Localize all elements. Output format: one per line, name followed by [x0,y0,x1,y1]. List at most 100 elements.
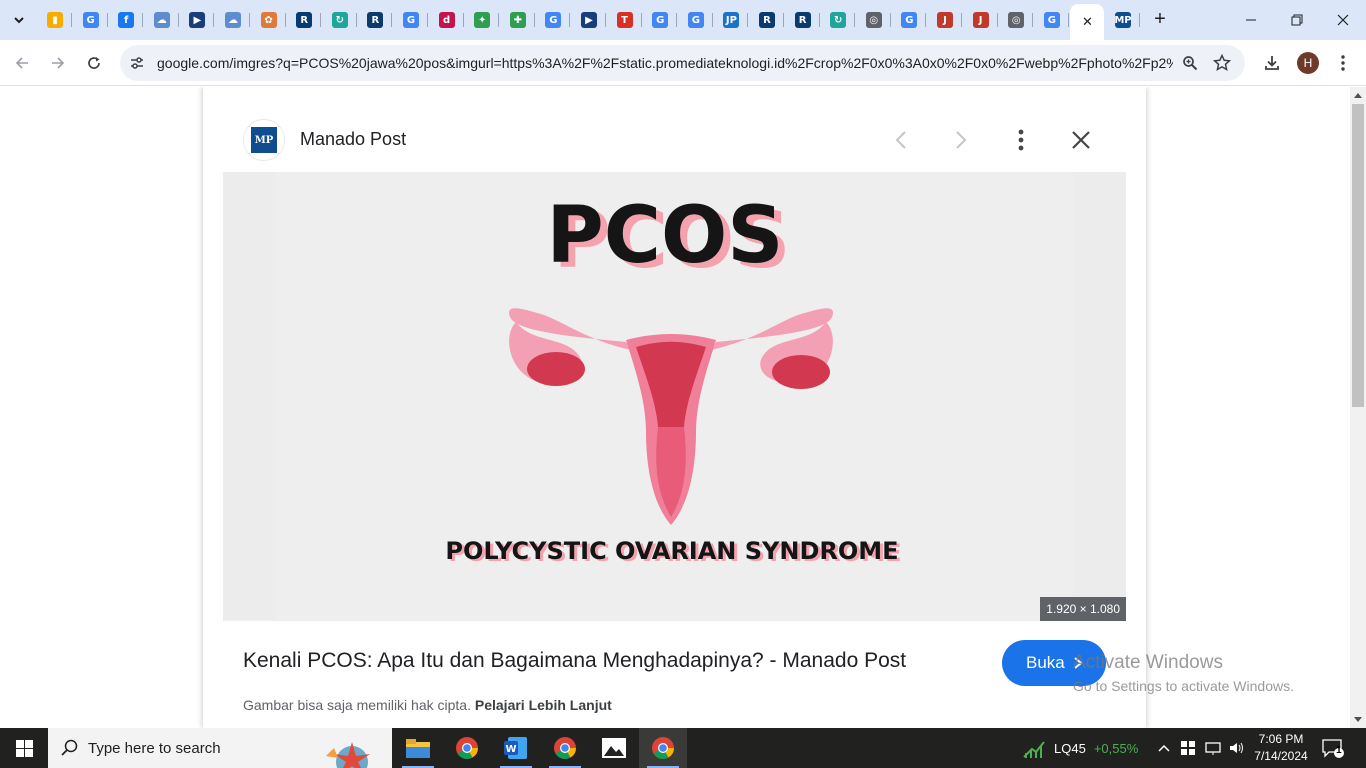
tab-search-button[interactable] [6,7,32,33]
arrow-right-icon [52,57,65,69]
taskbar-search[interactable]: Type here to search [48,728,392,768]
browser-menu-button[interactable] [1328,48,1358,78]
start-button[interactable] [0,728,48,768]
new-tab-button[interactable]: + [1148,8,1172,32]
browser-tab[interactable]: ◎ [857,6,891,34]
page-scrollbar[interactable] [1350,87,1366,728]
browser-tab[interactable]: G [892,6,927,34]
learn-more-link[interactable]: Pelajari Lebih Lanjut [475,697,612,713]
browser-tab[interactable]: ↻ [821,6,856,34]
browser-tab[interactable]: f [109,6,144,34]
browser-tab[interactable]: R [786,6,820,34]
browser-tab[interactable]: G [679,6,713,34]
notification-count: 1 [1336,745,1342,756]
previous-image-button[interactable] [884,123,918,157]
back-button[interactable] [7,48,37,78]
reload-button[interactable] [79,48,109,78]
browser-tab[interactable]: ↻ [323,6,357,34]
address-bar[interactable]: google.com/imgres?q=PCOS%20jawa%20pos&im… [120,45,1245,81]
browser-tab[interactable]: d [430,6,464,34]
browser-tab[interactable]: G [74,6,108,34]
url-text[interactable]: google.com/imgres?q=PCOS%20jawa%20pos&im… [157,55,1173,71]
security-icon[interactable] [1181,741,1195,755]
browser-tab[interactable]: MP [1106,6,1140,34]
zoom-icon[interactable] [1180,53,1200,73]
network-icon[interactable] [1205,741,1221,755]
browser-tab[interactable]: G [643,6,678,34]
pcos-image: PCOS PCOS POLYCYSTIC OVARIAN SYNDROME PO… [276,172,1073,621]
source-name[interactable]: Manado Post [300,129,406,150]
bookmark-star-icon[interactable] [1212,53,1232,73]
scroll-down-arrow-icon[interactable] [1354,717,1362,722]
download-icon [1265,56,1279,70]
browser-tab[interactable]: ▶ [180,6,215,34]
cloud-icon: ☁ [153,12,170,28]
chrome-icon [554,737,576,759]
browser-tab[interactable]: ▶ [572,6,606,34]
volume-icon[interactable] [1229,741,1245,755]
browser-tab[interactable]: R [287,6,322,34]
browser-tab[interactable]: ◎ [999,6,1034,34]
browser-tab[interactable]: G [1035,6,1069,34]
stock-change: +0,55% [1093,740,1139,756]
browser-tab[interactable]: JP [714,6,749,34]
browser-tab[interactable]: ✕ [1070,4,1105,40]
browser-tab[interactable]: ✦ [465,6,500,34]
google-icon: G [545,12,562,28]
close-viewer-button[interactable] [1064,123,1098,157]
stock-widget[interactable]: LQ45 +0,55% [1022,728,1138,768]
taskbar-chrome-active[interactable] [639,728,687,768]
minimize-button[interactable] [1228,0,1274,40]
source-logo[interactable]: MP [243,119,285,161]
profile-avatar[interactable]: H [1297,52,1319,74]
browser-tab[interactable]: R [358,6,393,34]
browser-tab[interactable]: J [928,6,962,34]
taskbar-chrome[interactable] [443,728,491,768]
image-preview[interactable]: PCOS PCOS POLYCYSTIC OVARIAN SYNDROME PO… [223,172,1126,621]
taskbar-chrome-profile[interactable] [541,728,589,768]
scroll-up-arrow-icon[interactable] [1354,93,1362,98]
circle-arrow-icon: ↻ [830,12,847,28]
browser-tab[interactable]: ✿ [252,6,286,34]
starfish-decoration-icon [326,742,370,768]
tab-separator [284,13,286,27]
chevron-up-icon[interactable] [1157,743,1171,753]
copyright-notice: Gambar bisa saja memiliki hak cipta. Pel… [243,697,612,713]
analytics-icon: ▮ [47,12,63,28]
close-window-button[interactable] [1320,0,1366,40]
browser-tab[interactable]: ☁ [216,6,250,34]
tab-separator [640,13,642,27]
more-options-button[interactable] [1004,123,1038,157]
notification-center-button[interactable]: 1 [1322,728,1344,768]
browser-tab[interactable]: T [608,6,642,34]
browser-tab[interactable]: R [750,6,784,34]
ro-icon: R [759,12,775,28]
mp-icon: MP [1114,12,1132,28]
jp-icon: JP [723,12,740,28]
browser-tab[interactable]: G [394,6,428,34]
google-icon: G [403,12,419,28]
taskbar-photos[interactable] [590,728,638,768]
next-image-button[interactable] [944,123,978,157]
browser-tab[interactable]: ☁ [145,6,179,34]
downloads-button[interactable] [1257,48,1287,78]
browser-tab[interactable]: G [536,6,571,34]
forward-button[interactable] [43,48,73,78]
taskbar-word[interactable]: W [492,728,540,768]
site-settings-icon[interactable] [127,53,147,73]
tab-separator [747,13,749,27]
system-clock[interactable]: 7:06 PM 7/14/2024 [1254,731,1308,765]
browser-tab[interactable]: ▮ [38,6,72,34]
tab-separator [177,13,179,27]
browser-tab[interactable]: ✚ [501,6,535,34]
tab-separator [1032,13,1034,27]
image-title[interactable]: Kenali PCOS: Apa Itu dan Bagaimana Mengh… [243,649,906,673]
restore-button[interactable] [1274,0,1320,40]
cloud-icon: ☁ [225,12,241,28]
ro-icon: R [296,12,313,28]
browser-tab[interactable]: J [964,6,998,34]
restore-icon [1291,14,1303,26]
taskbar-file-explorer[interactable] [394,728,442,768]
tab-separator [249,13,250,27]
scrollbar-thumb[interactable] [1352,104,1364,407]
